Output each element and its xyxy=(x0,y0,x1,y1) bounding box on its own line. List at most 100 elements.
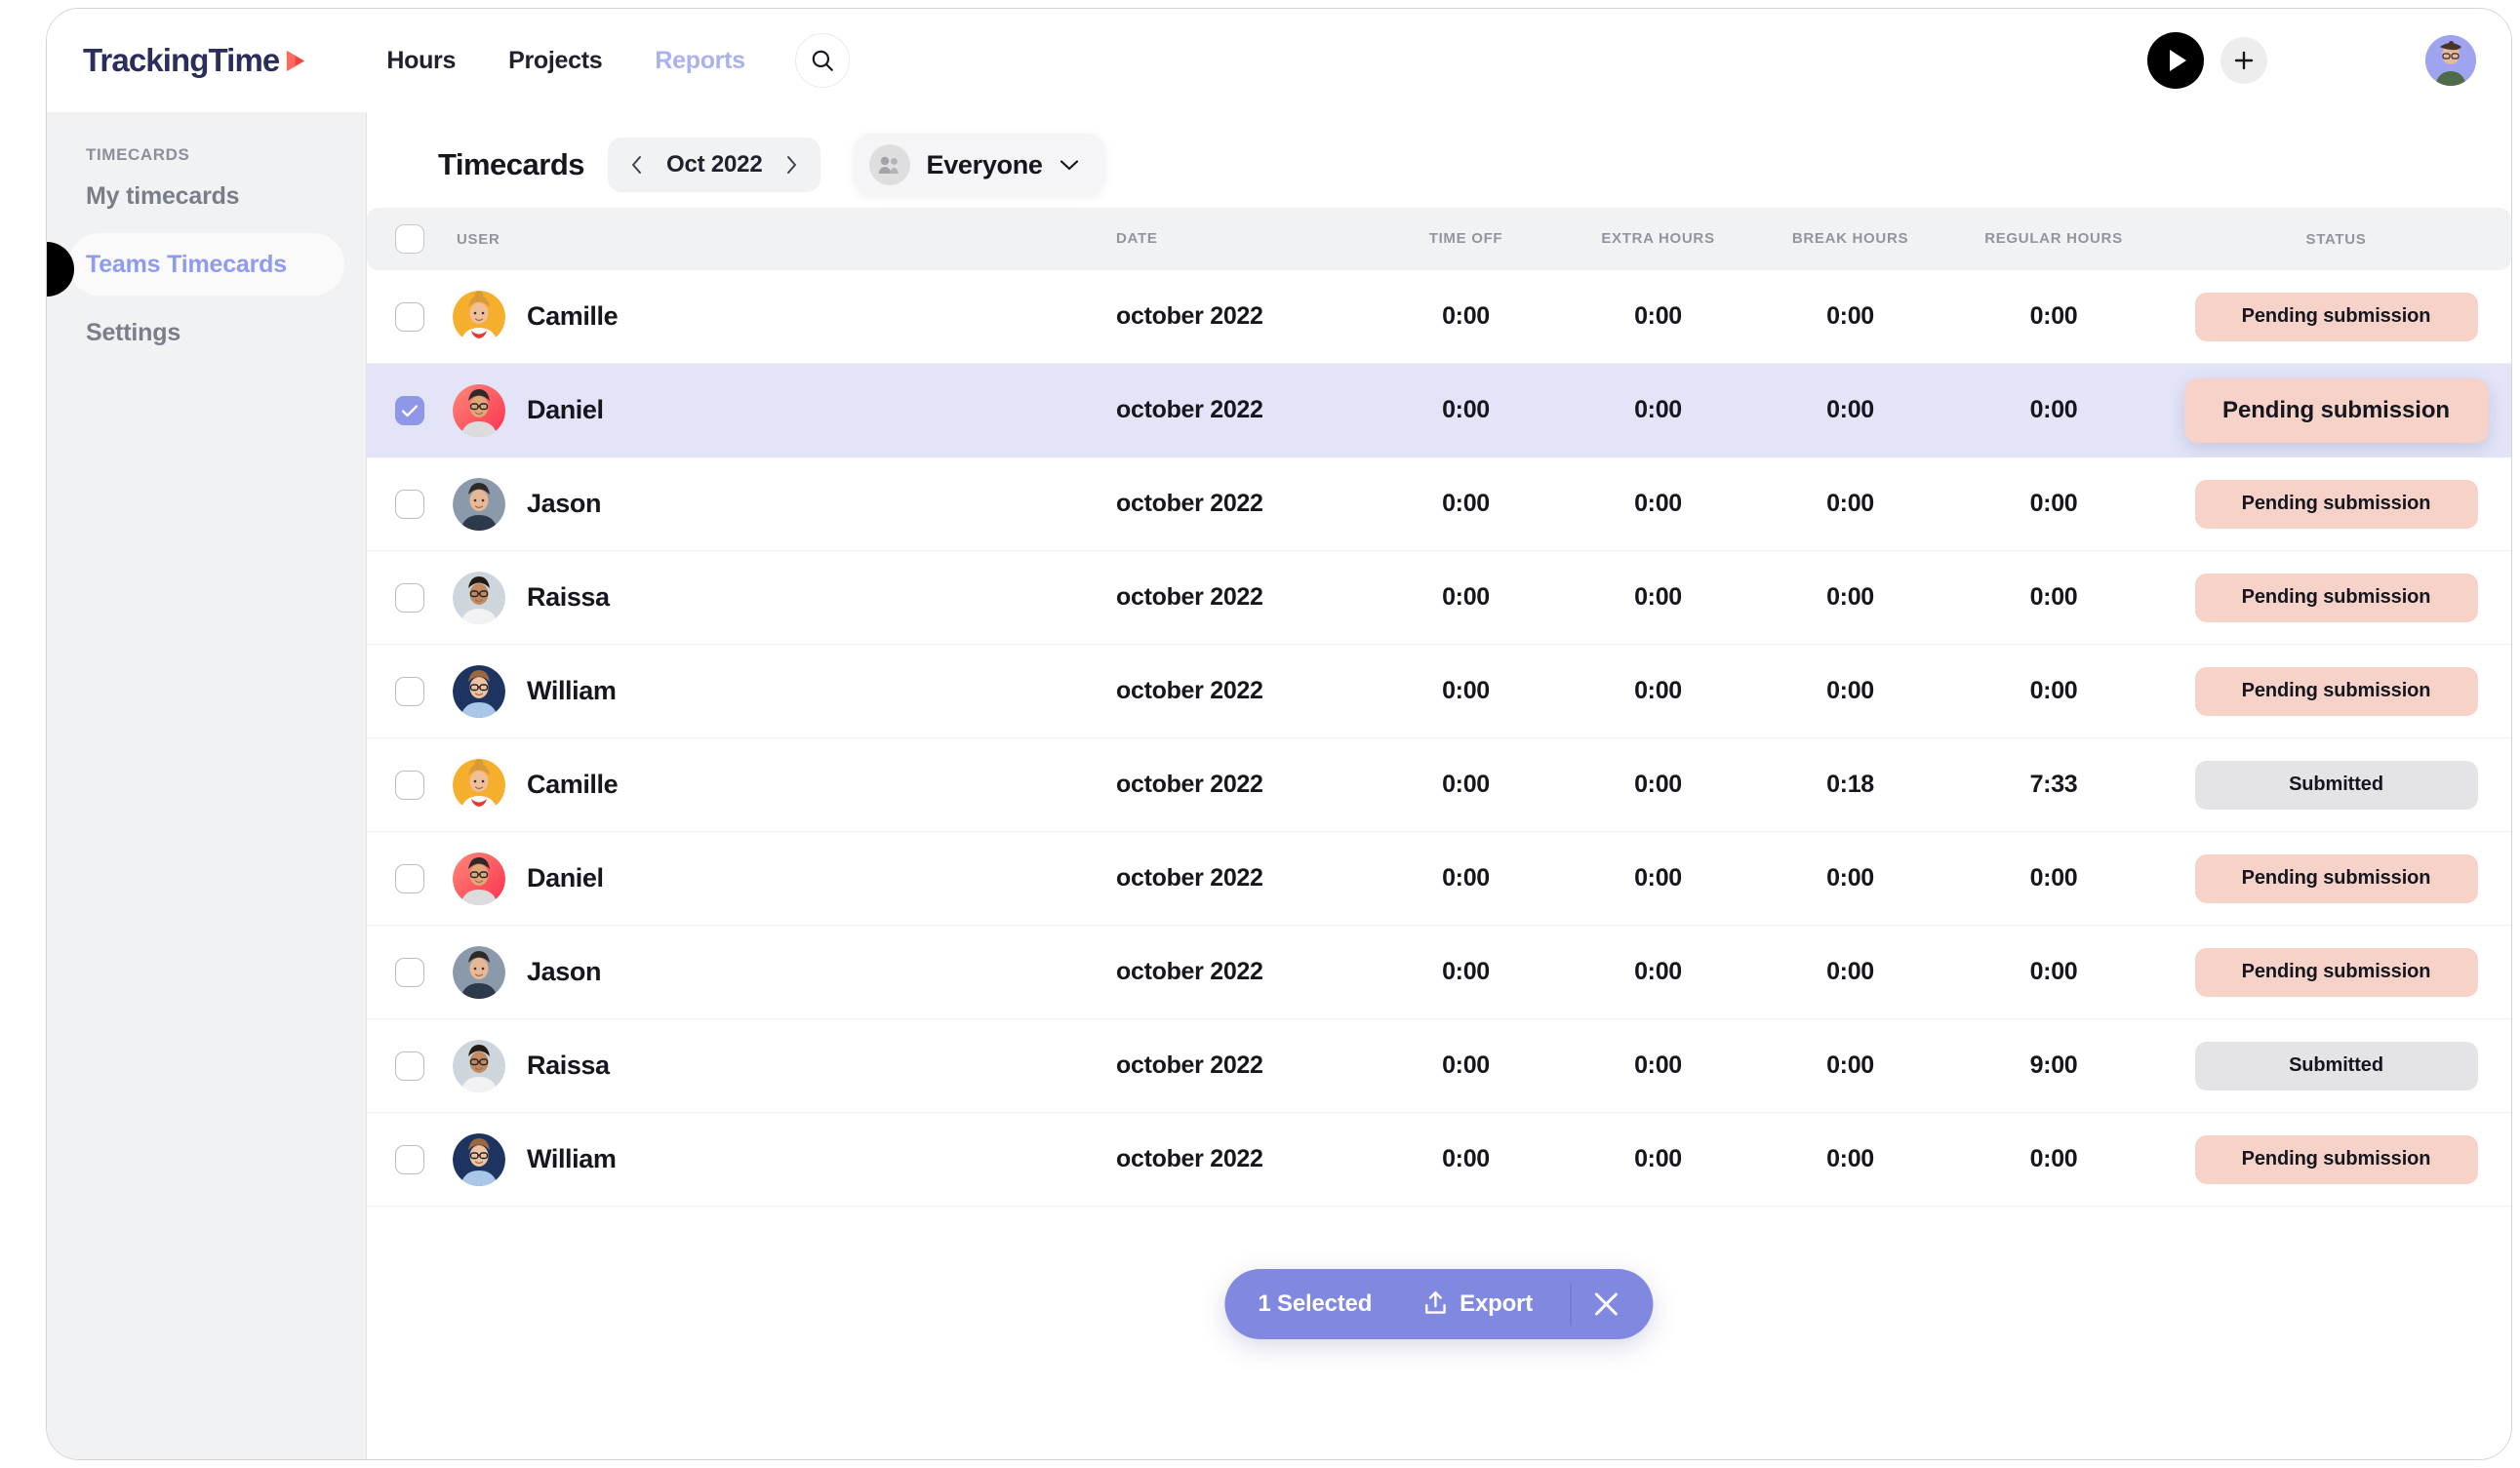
sidebar-section-label: TIMECARDS xyxy=(86,145,190,164)
next-month-button[interactable] xyxy=(776,149,807,180)
row-checkbox[interactable] xyxy=(395,395,424,425)
plus-icon xyxy=(2234,51,2254,70)
row-checkbox[interactable] xyxy=(395,489,424,519)
status-badge[interactable]: Pending submission xyxy=(2194,1134,2478,1184)
people-filter-label: Everyone xyxy=(926,149,1043,179)
column-header-extra-hours[interactable]: EXTRA HOURS xyxy=(1562,230,1754,248)
row-checkbox[interactable] xyxy=(395,1051,424,1081)
table-row[interactable]: Raissa october 2022 0:00 0:00 0:00 9:00 Submit… xyxy=(367,1019,2511,1113)
nav-link-reports[interactable]: Reports xyxy=(628,47,771,75)
status-badge[interactable]: Pending submission xyxy=(2194,853,2478,903)
sidebar: TIMECARDS My timecards Teams Timecards S… xyxy=(47,112,367,1459)
table-row[interactable]: William october 2022 0:00 0:00 0:00 0:00 Pendi… xyxy=(367,1113,2511,1207)
status-badge[interactable]: Pending submission xyxy=(2194,479,2478,529)
row-break-hours-value: 0:18 xyxy=(1826,771,1874,798)
action-bar-divider xyxy=(1569,1283,1572,1326)
row-break-hours-cell: 0:00 xyxy=(1754,864,1946,893)
people-filter-dropdown[interactable]: Everyone xyxy=(854,134,1105,196)
row-extra-hours-cell: 0:00 xyxy=(1562,771,1754,799)
status-badge[interactable]: Pending submission xyxy=(2194,573,2478,622)
column-label: USER xyxy=(457,230,500,248)
column-label: TIME OFF xyxy=(1428,230,1503,247)
collapse-knob-icon[interactable] xyxy=(47,242,74,297)
table-header-row: USER DATE TIME OFF EXTRA HOURS BREAK HOU… xyxy=(367,208,2511,270)
row-select-cell xyxy=(367,1144,453,1174)
row-user-cell: Jason xyxy=(453,477,1116,531)
row-regular-hours-value: 0:00 xyxy=(2029,1145,2078,1172)
row-extra-hours-value: 0:00 xyxy=(1634,302,1682,330)
row-checkbox[interactable] xyxy=(395,301,424,332)
row-regular-hours-cell: 0:00 xyxy=(1946,583,2161,612)
avatar-image xyxy=(2425,35,2476,86)
column-header-regular-hours[interactable]: REGULAR HOURS xyxy=(1946,230,2161,248)
nav-link-projects[interactable]: Projects xyxy=(482,47,628,75)
status-badge[interactable]: Pending submission xyxy=(2194,666,2478,716)
avatar-daniel xyxy=(453,383,505,437)
sidebar-item-label: Settings xyxy=(86,318,181,346)
close-action-bar-button[interactable] xyxy=(1580,1277,1634,1331)
table-row[interactable]: Daniel october 2022 0:00 0:00 0:00 0:00 Pendin… xyxy=(367,364,2511,457)
export-label: Export xyxy=(1460,1290,1533,1317)
row-user-name: William xyxy=(527,676,617,705)
status-badge[interactable]: Pending submission xyxy=(2183,377,2489,443)
table-row[interactable]: Daniel october 2022 0:00 0:00 0:00 0:00 Pendin… xyxy=(367,832,2511,926)
row-regular-hours-value: 0:00 xyxy=(2029,396,2078,423)
row-checkbox[interactable] xyxy=(395,1144,424,1174)
row-user-cell: Daniel xyxy=(453,852,1116,905)
row-select-cell xyxy=(367,1051,453,1081)
sidebar-item-settings[interactable]: Settings xyxy=(68,301,344,364)
row-time-off-value: 0:00 xyxy=(1442,1145,1490,1172)
export-button[interactable]: Export xyxy=(1422,1290,1533,1318)
row-time-off-cell: 0:00 xyxy=(1370,864,1562,893)
sidebar-item-teams-timecards[interactable]: Teams Timecards xyxy=(68,233,344,296)
status-badge[interactable]: Pending submission xyxy=(2194,292,2478,341)
main-nav-links: Hours Projects Reports xyxy=(360,47,771,75)
row-time-off-cell: 0:00 xyxy=(1370,302,1562,331)
row-regular-hours-cell: 0:00 xyxy=(1946,958,2161,986)
row-extra-hours-value: 0:00 xyxy=(1634,583,1682,611)
status-badge[interactable]: Pending submission xyxy=(2194,947,2478,997)
status-badge[interactable]: Submitted xyxy=(2194,760,2478,810)
row-user-cell: Jason xyxy=(453,945,1116,999)
check-icon xyxy=(401,404,419,417)
row-checkbox[interactable] xyxy=(395,676,424,706)
row-checkbox[interactable] xyxy=(395,863,424,893)
add-button[interactable] xyxy=(2220,37,2267,84)
table-row[interactable]: Jason october 2022 0:00 0:00 0:00 0:00 Pending… xyxy=(367,926,2511,1019)
column-header-status[interactable]: STATUS xyxy=(2161,231,2511,248)
start-timer-button[interactable] xyxy=(2147,32,2204,89)
table-row[interactable]: Raissa october 2022 0:00 0:00 0:00 0:00 Pendin… xyxy=(367,551,2511,645)
row-break-hours-cell: 0:00 xyxy=(1754,583,1946,612)
table-row[interactable]: Camille october 2022 0:00 0:00 0:00 0:00 Pendi… xyxy=(367,270,2511,364)
row-time-off-value: 0:00 xyxy=(1442,396,1490,423)
row-checkbox[interactable] xyxy=(395,770,424,800)
sidebar-item-my-timecards[interactable]: My timecards xyxy=(68,165,344,227)
user-avatar[interactable] xyxy=(2425,35,2476,86)
row-extra-hours-value: 0:00 xyxy=(1634,864,1682,892)
table-row[interactable]: Camille october 2022 0:00 0:00 0:18 7:33 Submi… xyxy=(367,738,2511,832)
avatar-image xyxy=(453,290,505,343)
row-date-value: october 2022 xyxy=(1116,958,1263,985)
column-header-time-off[interactable]: TIME OFF xyxy=(1370,230,1562,248)
column-header-user[interactable]: USER xyxy=(453,231,1116,248)
status-badge[interactable]: Submitted xyxy=(2194,1041,2478,1091)
row-extra-hours-cell: 0:00 xyxy=(1562,1145,1754,1173)
table-row[interactable]: William october 2022 0:00 0:00 0:00 0:00 Pendi… xyxy=(367,645,2511,738)
row-break-hours-value: 0:00 xyxy=(1826,864,1874,892)
row-extra-hours-cell: 0:00 xyxy=(1562,490,1754,518)
row-checkbox[interactable] xyxy=(395,582,424,613)
row-extra-hours-value: 0:00 xyxy=(1634,1145,1682,1172)
row-date-value: october 2022 xyxy=(1116,771,1263,798)
column-header-break-hours[interactable]: BREAK HOURS xyxy=(1754,230,1946,248)
row-checkbox[interactable] xyxy=(395,957,424,987)
app-logo[interactable]: TrackingTime xyxy=(83,42,307,79)
row-date-cell: october 2022 xyxy=(1116,396,1370,424)
search-button[interactable] xyxy=(794,33,850,88)
row-time-off-cell: 0:00 xyxy=(1370,583,1562,612)
nav-link-hours[interactable]: Hours xyxy=(360,47,482,75)
row-break-hours-value: 0:00 xyxy=(1826,302,1874,330)
table-row[interactable]: Jason october 2022 0:00 0:00 0:00 0:00 Pending… xyxy=(367,457,2511,551)
column-header-date[interactable]: DATE xyxy=(1116,230,1370,248)
select-all-checkbox[interactable] xyxy=(395,224,424,254)
prev-month-button[interactable] xyxy=(621,149,653,180)
